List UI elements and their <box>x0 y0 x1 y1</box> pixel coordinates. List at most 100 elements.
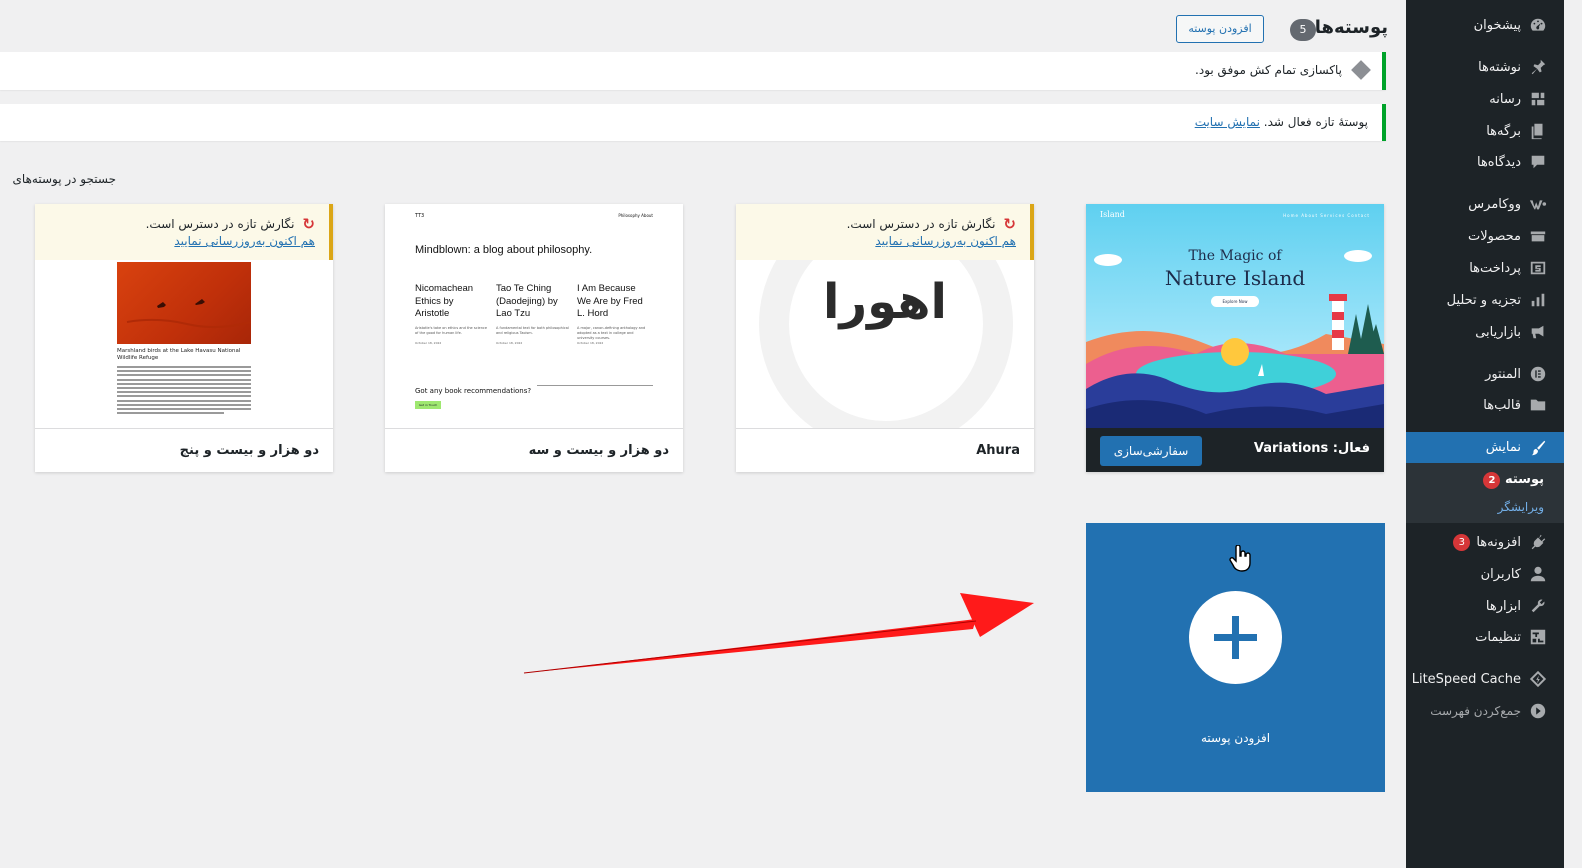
sidebar-item-comments[interactable]: دیدگاه‌ها <box>1406 147 1564 177</box>
visit-site-link[interactable]: نمایش سایت <box>1195 115 1260 129</box>
litespeed-icon <box>1528 669 1548 689</box>
update-now-link[interactable]: هم اکنون به‌روزرسانی نمایید <box>174 234 315 248</box>
submenu-item-themes[interactable]: پوسته 2 <box>1477 472 1544 489</box>
theme-footer: Ahura <box>736 428 1034 472</box>
add-theme-button[interactable]: افزودن پوسته <box>1176 15 1264 43</box>
screenshot-excerpt: A major, canon-defining anthology and ad… <box>577 326 646 340</box>
active-indicator <box>1398 440 1406 456</box>
payments-icon <box>1528 258 1548 278</box>
screenshot-date: October 18, 2022 <box>415 341 442 345</box>
submenu-item-editor[interactable]: ویرایشگر <box>1498 500 1544 514</box>
collapse-menu-button[interactable]: جمع‌کردن فهرست <box>1406 696 1564 726</box>
screenshot-post-title: Tao Te Ching (Daodejing) by Lao Tzu <box>496 283 558 319</box>
theme-footer: دو هزار و بیست و سه <box>385 428 683 472</box>
megaphone-icon <box>1528 322 1548 342</box>
theme-screenshot[interactable]: Island Home About Services Contact The M… <box>1086 204 1384 428</box>
sidebar-item-label: رسانه <box>1489 91 1521 107</box>
screenshot-post-title: Nicomachean Ethics by Aristotle <box>415 283 474 319</box>
hand-cursor-icon <box>1229 545 1251 572</box>
users-icon <box>1528 564 1548 584</box>
submenu-item-label: ویرایشگر <box>1497 500 1544 514</box>
screenshot-title: Nature Island <box>1164 266 1306 290</box>
update-available-notice: ↻ نگارش تازه در دسترس است. هم اکنون به‌رو… <box>736 204 1034 260</box>
notice-text: پوستهٔ تازه فعال شد. <box>1263 115 1368 129</box>
theme-name: Ahura <box>976 443 1020 458</box>
sidebar-item-products[interactable]: محصولات <box>1406 221 1564 251</box>
sidebar-item-label: تجزیه و تحلیل <box>1446 292 1521 308</box>
theme-footer: فعال: Variations سفارشی‌سازی <box>1086 428 1384 472</box>
theme-name: دو هزار و بیست و پنج <box>179 443 319 458</box>
pages-icon <box>1528 121 1548 141</box>
litespeed-icon <box>1351 60 1371 80</box>
add-new-theme-label: افزودن پوسته <box>1200 731 1271 745</box>
refresh-icon: ↻ <box>302 215 315 233</box>
screenshot-excerpt: A fundamental text for both philosophica… <box>496 326 569 335</box>
sidebar-item-woocommerce[interactable]: ووکامرس <box>1406 189 1564 219</box>
media-icon <box>1528 89 1548 109</box>
screenshot-nav: Home About Services Contact <box>1283 213 1370 218</box>
update-now-link[interactable]: هم اکنون به‌روزرسانی نمایید <box>875 234 1016 248</box>
refresh-icon: ↻ <box>1003 215 1016 233</box>
update-text: نگارش تازه در دسترس است. <box>846 217 996 231</box>
sidebar-item-label: پیشخوان <box>1473 17 1521 33</box>
ahura-logo: اهورا <box>823 274 947 330</box>
sidebar-item-pages[interactable]: برگه‌ها <box>1406 116 1564 146</box>
theme-count-badge: 5 <box>1290 19 1316 41</box>
dashboard-icon <box>1528 15 1548 35</box>
update-text: نگارش تازه در دسترس است. <box>145 217 295 231</box>
folder-icon <box>1528 395 1548 415</box>
screenshot-nav: Philosophy About <box>618 213 653 218</box>
sidebar-item-marketing[interactable]: بازاریابی <box>1406 317 1564 347</box>
page-title: پوسته‌ها <box>1314 17 1388 38</box>
sidebar-item-posts[interactable]: نوشته‌ها <box>1406 52 1564 82</box>
sidebar-item-settings[interactable]: تنظیمات <box>1406 622 1564 652</box>
sidebar-item-appearance[interactable]: نمایش <box>1398 432 1564 463</box>
sidebar-item-label: LiteSpeed Cache <box>1411 671 1521 687</box>
theme-footer: دو هزار و بیست و پنج <box>35 428 333 472</box>
elementor-icon <box>1528 364 1548 384</box>
theme-card-variations[interactable]: Island Home About Services Contact The M… <box>1086 204 1384 472</box>
screenshot-photo <box>117 262 251 344</box>
theme-card-twentytwentyfive[interactable]: Marshland birds at the Lake Havasu Natio… <box>35 204 333 472</box>
sidebar-item-users[interactable]: کاربران <box>1406 559 1564 589</box>
search-themes-label[interactable]: جستجو در پوسته‌های <box>0 172 116 186</box>
customize-button[interactable]: سفارشی‌سازی <box>1100 436 1202 466</box>
woocommerce-icon <box>1528 194 1548 214</box>
sidebar-item-label: نوشته‌ها <box>1478 59 1521 75</box>
sidebar-item-label: ابزارها <box>1485 598 1521 614</box>
sidebar-item-label: افزونه‌ها <box>1476 534 1521 550</box>
theme-card-ahura[interactable]: اهورا ↻ نگارش تازه در دسترس است. هم اکنون… <box>736 204 1034 472</box>
plus-icon <box>1189 591 1282 684</box>
screenshot-brand: TT3 <box>415 213 425 219</box>
theme-screenshot[interactable]: TT3 Philosophy About Mindblown: a blog a… <box>385 204 683 428</box>
screenshot-heading: Mindblown: a blog about philosophy. <box>415 244 593 256</box>
screenshot-brand: Island <box>1100 210 1125 219</box>
sidebar-item-media[interactable]: رسانه <box>1406 84 1564 114</box>
theme-card-twentytwentythree[interactable]: TT3 Philosophy About Mindblown: a blog a… <box>385 204 683 472</box>
sidebar-item-payments[interactable]: پرداخت‌ها <box>1406 253 1564 283</box>
theme-name: دو هزار و بیست و سه <box>528 443 669 458</box>
birds-illustration <box>126 299 251 329</box>
sidebar-item-dashboard[interactable]: پیشخوان <box>1406 10 1564 40</box>
appearance-submenu: پوسته 2 ویرایشگر <box>1406 463 1564 523</box>
sidebar-item-litespeed[interactable]: LiteSpeed Cache <box>1406 664 1564 694</box>
sidebar-item-label: برگه‌ها <box>1486 123 1521 139</box>
wrench-icon <box>1528 596 1548 616</box>
sidebar-item-elementor[interactable]: المنتور <box>1406 359 1564 389</box>
annotation-arrow <box>523 593 1034 674</box>
sidebar-item-label: بازاریابی <box>1475 324 1521 340</box>
screenshot-date: October 18, 2022 <box>577 341 604 345</box>
sidebar-item-plugins[interactable]: افزونه‌ها 3 <box>1406 527 1564 557</box>
island-illustration <box>1086 204 1384 428</box>
sidebar-item-analytics[interactable]: تجزیه و تحلیل <box>1406 285 1564 315</box>
sidebar-item-tools[interactable]: ابزارها <box>1406 591 1564 621</box>
screenshot-caption: Marshland birds at the Lake Havasu Natio… <box>117 348 241 361</box>
comments-icon <box>1528 152 1548 172</box>
cache-purge-notice: پاکسازی تمام کش موفق بود. <box>0 52 1386 90</box>
sidebar-gutter <box>1564 0 1582 868</box>
screenshot-button: Get in Touch <box>415 401 441 409</box>
submenu-item-label: پوسته <box>1504 472 1544 487</box>
sidebar-item-label: تنظیمات <box>1475 629 1521 645</box>
sidebar-item-label: محصولات <box>1468 228 1521 244</box>
sidebar-item-templates[interactable]: قالب‌ها <box>1406 390 1564 420</box>
